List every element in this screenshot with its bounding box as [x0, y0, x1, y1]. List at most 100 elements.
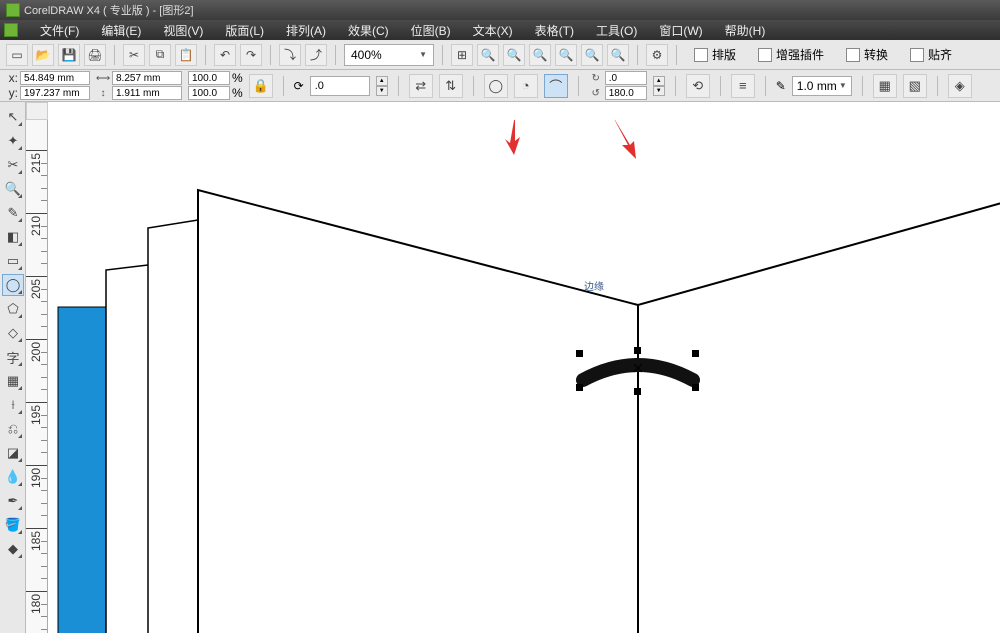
convert-curves-button[interactable]: ◈	[948, 74, 972, 98]
separator	[862, 76, 863, 96]
new-button[interactable]: ▭	[6, 44, 28, 66]
ruler-origin[interactable]	[26, 102, 48, 120]
menu-layout[interactable]: 版面(L)	[215, 20, 274, 41]
rotation-spinner[interactable]: ▲▼	[376, 76, 388, 96]
scale-y-field[interactable]: 100.0	[188, 86, 230, 100]
separator	[473, 76, 474, 96]
wrap-button[interactable]: ≡	[731, 74, 755, 98]
arc-button[interactable]: ⌒	[544, 74, 568, 98]
width-field[interactable]: 8.257 mm	[112, 71, 182, 85]
rectangle-tool[interactable]: ▭	[2, 250, 24, 272]
edge-snap-label: 边缘	[584, 278, 604, 293]
standard-toolbar: ▭ 📂 💾 🖨 ✂ ⧉ 📋 ↶ ↷ ⤵ ⤴ 400% ▼ ⊞ 🔍 🔍 🔍 🔍 🔍…	[0, 40, 1000, 70]
rotation-field[interactable]	[310, 76, 370, 96]
lock-ratio-button[interactable]: 🔒	[249, 74, 273, 98]
zoom-width-icon[interactable]: 🔍	[555, 44, 577, 66]
zoom-all-icon[interactable]: 🔍	[503, 44, 525, 66]
direction-button[interactable]: ⟲	[686, 74, 710, 98]
ellipse-tool[interactable]: ◯	[2, 274, 24, 296]
x-field[interactable]: 54.849 mm	[20, 71, 90, 85]
canvas[interactable]: 边缘	[48, 120, 1000, 633]
zoom-fit-icon[interactable]: 🔍	[607, 44, 629, 66]
selection-handle[interactable]	[634, 347, 641, 354]
annotation-arrow	[500, 120, 530, 158]
open-button[interactable]: 📂	[32, 44, 54, 66]
selection-handle[interactable]	[692, 384, 699, 391]
selection-handle[interactable]	[576, 384, 583, 391]
interactive-tool[interactable]: ◪	[2, 442, 24, 464]
outline-width-combo[interactable]: 1.0 mm ▼	[792, 76, 852, 96]
y-field[interactable]: 197.237 mm	[20, 86, 90, 100]
layout-plugin-button[interactable]: 排版	[685, 44, 745, 66]
smart-fill-tool[interactable]: ◧	[2, 226, 24, 248]
eyedropper-tool[interactable]: 💧	[2, 466, 24, 488]
outline-tool[interactable]: ✒	[2, 490, 24, 512]
zoom-tool[interactable]: 🔍	[2, 178, 24, 200]
separator	[205, 45, 206, 65]
crop-tool[interactable]: ✂	[2, 154, 24, 176]
menu-tools[interactable]: 工具(O)	[586, 20, 647, 41]
menu-view[interactable]: 视图(V)	[153, 20, 213, 41]
snap-button[interactable]: ⊞	[451, 44, 473, 66]
scale-x-field[interactable]: 100.0	[188, 71, 230, 85]
menu-help[interactable]: 帮助(H)	[715, 20, 776, 41]
paste-button[interactable]: 📋	[175, 44, 197, 66]
ellipse-button[interactable]: ◯	[484, 74, 508, 98]
snap-to-button[interactable]: 贴齐	[901, 44, 961, 66]
menu-effects[interactable]: 效果(C)	[338, 20, 399, 41]
selection-handle[interactable]	[692, 350, 699, 357]
separator	[283, 76, 284, 96]
freehand-tool[interactable]: ✎	[2, 202, 24, 224]
text-tool[interactable]: 字	[2, 346, 24, 368]
separator	[937, 76, 938, 96]
to-front-button[interactable]: ▦	[873, 74, 897, 98]
export-button[interactable]: ⤴	[305, 44, 327, 66]
pick-tool[interactable]: ↖	[2, 106, 24, 128]
save-button[interactable]: 💾	[58, 44, 80, 66]
menu-bitmap[interactable]: 位图(B)	[401, 20, 461, 41]
shape-tool[interactable]: ✦	[2, 130, 24, 152]
zoom-combo[interactable]: 400% ▼	[344, 44, 434, 66]
end-angle-field[interactable]: 180.0	[605, 86, 647, 100]
menu-file[interactable]: 文件(F)	[30, 20, 89, 41]
selection-handle[interactable]	[576, 350, 583, 357]
to-back-button[interactable]: ▧	[903, 74, 927, 98]
connector-tool[interactable]: ⎌	[2, 418, 24, 440]
vertical-ruler[interactable]: 215210205200195190185180	[26, 120, 48, 633]
redo-button[interactable]: ↷	[240, 44, 262, 66]
basic-shapes-tool[interactable]: ◇	[2, 322, 24, 344]
start-angle-field[interactable]: .0	[605, 71, 647, 85]
zoom-height-icon[interactable]: 🔍	[581, 44, 603, 66]
menu-table[interactable]: 表格(T)	[525, 20, 584, 41]
print-button[interactable]: 🖨	[84, 44, 106, 66]
end-angle-icon: ↺	[589, 88, 603, 98]
cut-button[interactable]: ✂	[123, 44, 145, 66]
menu-arrange[interactable]: 排列(A)	[276, 20, 336, 41]
polygon-tool[interactable]: ⬠	[2, 298, 24, 320]
position-group: x:54.849 mm y:197.237 mm	[6, 71, 90, 100]
height-field[interactable]: 1.911 mm	[112, 86, 182, 100]
options-button[interactable]: ⚙	[646, 44, 668, 66]
mirror-v-button[interactable]: ⇅	[439, 74, 463, 98]
grid-icon	[846, 48, 860, 62]
pie-button[interactable]: ◔	[514, 74, 538, 98]
dimension-tool[interactable]: ⟊	[2, 394, 24, 416]
angle-spinner[interactable]: ▲▼	[653, 76, 665, 96]
convert-button[interactable]: 转换	[837, 44, 897, 66]
menu-edit[interactable]: 编辑(E)	[91, 20, 151, 41]
fill-tool[interactable]: 🪣	[2, 514, 24, 536]
grid-icon	[694, 48, 708, 62]
interactive-fill-tool[interactable]: ◆	[2, 538, 24, 560]
zoom-page-icon[interactable]: 🔍	[529, 44, 551, 66]
import-button[interactable]: ⤵	[279, 44, 301, 66]
selection-handle[interactable]	[634, 388, 641, 395]
mirror-h-button[interactable]: ⇄	[409, 74, 433, 98]
app-menu-icon[interactable]	[4, 23, 18, 37]
table-tool[interactable]: ▦	[2, 370, 24, 392]
undo-button[interactable]: ↶	[214, 44, 236, 66]
copy-button[interactable]: ⧉	[149, 44, 171, 66]
enhance-plugin-button[interactable]: 增强插件	[749, 44, 833, 66]
zoom-selection-icon[interactable]: 🔍	[477, 44, 499, 66]
menu-window[interactable]: 窗口(W)	[649, 20, 712, 41]
menu-text[interactable]: 文本(X)	[463, 20, 523, 41]
